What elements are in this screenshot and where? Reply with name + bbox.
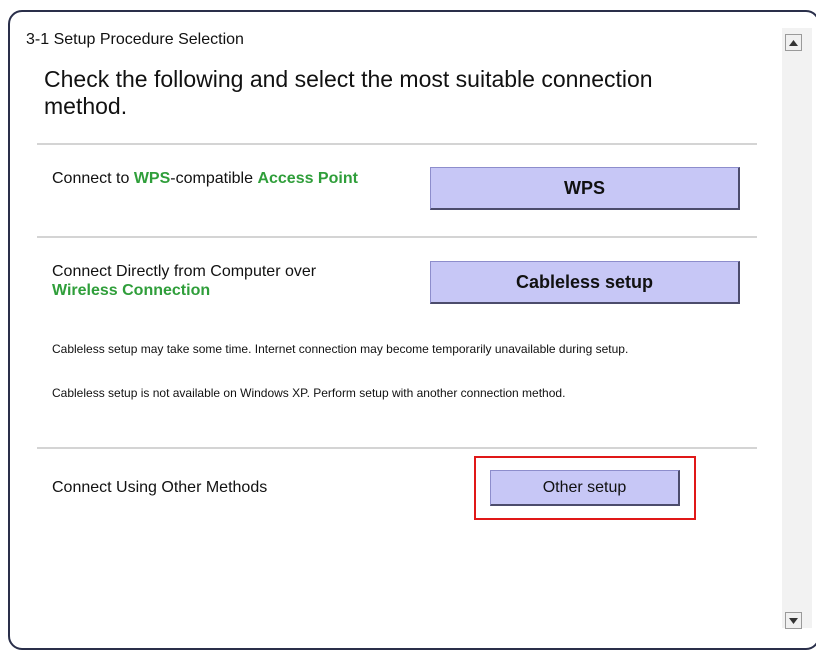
- cableless-setup-button[interactable]: Cableless setup: [430, 261, 740, 304]
- wps-button[interactable]: WPS: [430, 167, 740, 210]
- cableless-option-label: Connect Directly from Computer over Wire…: [52, 262, 412, 300]
- wps-term: WPS: [133, 170, 171, 187]
- scroll-down-button[interactable]: [785, 612, 802, 629]
- vertical-scrollbar[interactable]: [782, 28, 812, 629]
- triangle-down-icon: [789, 617, 798, 624]
- divider: [37, 143, 757, 145]
- highlight-box: [474, 456, 696, 520]
- wps-option-label: Connect to WPS-compatible Access Point: [52, 169, 392, 188]
- triangle-up-icon: [789, 39, 798, 46]
- access-point-term: Access Point: [257, 170, 358, 187]
- wireless-connection-term: Wireless Connection: [52, 282, 211, 299]
- divider: [37, 236, 757, 238]
- divider: [37, 447, 757, 449]
- cableless-note-xp: Cableless setup is not available on Wind…: [52, 386, 566, 400]
- page-title: 3-1 Setup Procedure Selection: [26, 31, 244, 48]
- label-text: Connect Directly from Computer over: [52, 263, 317, 280]
- label-text: -compatible: [170, 170, 258, 187]
- other-option-label: Connect Using Other Methods: [52, 479, 268, 496]
- cableless-note-time: Cableless setup may take some time. Inte…: [52, 342, 629, 356]
- label-text: Connect to: [52, 170, 134, 187]
- scroll-up-button[interactable]: [785, 34, 802, 51]
- instruction-headline: Check the following and select the most …: [44, 66, 653, 119]
